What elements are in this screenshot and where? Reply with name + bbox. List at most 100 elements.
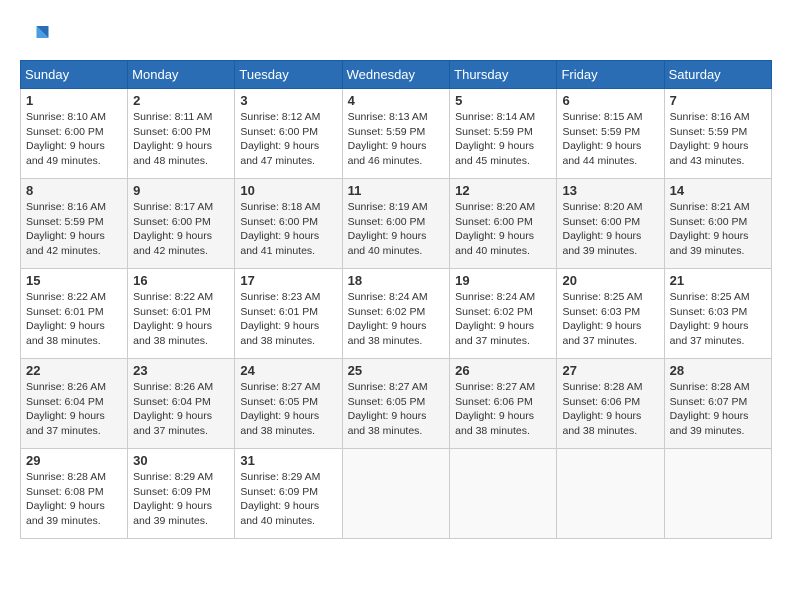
day-info: Sunrise: 8:26 AMSunset: 6:04 PMDaylight:… (26, 380, 122, 439)
day-info: Sunrise: 8:23 AMSunset: 6:01 PMDaylight:… (240, 290, 336, 349)
calendar-cell: 31Sunrise: 8:29 AMSunset: 6:09 PMDayligh… (235, 449, 342, 539)
weekday-header-saturday: Saturday (664, 61, 771, 89)
calendar-cell: 2 Sunrise: 8:11 AMSunset: 6:00 PMDaylight… (128, 89, 235, 179)
day-number: 15 (26, 273, 122, 288)
day-info: Sunrise: 8:24 AMSunset: 6:02 PMDaylight:… (348, 290, 445, 349)
day-number: 22 (26, 363, 122, 378)
calendar-cell: 17Sunrise: 8:23 AMSunset: 6:01 PMDayligh… (235, 269, 342, 359)
day-number: 26 (455, 363, 551, 378)
day-info: Sunrise: 8:16 AMSunset: 5:59 PMDaylight:… (26, 200, 122, 259)
day-info: Sunrise: 8:12 AMSunset: 6:00 PMDaylight:… (240, 110, 336, 169)
day-info: Sunrise: 8:28 AMSunset: 6:06 PMDaylight:… (562, 380, 658, 439)
day-info: Sunrise: 8:27 AMSunset: 6:05 PMDaylight:… (240, 380, 336, 439)
calendar-cell: 26 Sunrise: 8:27 AMSunset: 6:06 PMDayligh… (450, 359, 557, 449)
calendar-cell: 20Sunrise: 8:25 AMSunset: 6:03 PMDayligh… (557, 269, 664, 359)
day-info: Sunrise: 8:29 AMSunset: 6:09 PMDaylight:… (240, 470, 336, 529)
calendar-cell: 18 Sunrise: 8:24 AMSunset: 6:02 PMDayligh… (342, 269, 450, 359)
day-info: Sunrise: 8:16 AMSunset: 5:59 PMDaylight:… (670, 110, 766, 169)
calendar-cell: 21 Sunrise: 8:25 AMSunset: 6:03 PMDayligh… (664, 269, 771, 359)
day-info: Sunrise: 8:13 AMSunset: 5:59 PMDaylight:… (348, 110, 445, 169)
logo-icon (20, 20, 50, 50)
week-row-4: 22 Sunrise: 8:26 AMSunset: 6:04 PMDayligh… (21, 359, 772, 449)
day-number: 13 (562, 183, 658, 198)
week-row-5: 29 Sunrise: 8:28 AMSunset: 6:08 PMDayligh… (21, 449, 772, 539)
week-row-2: 8 Sunrise: 8:16 AMSunset: 5:59 PMDaylight… (21, 179, 772, 269)
day-number: 10 (240, 183, 336, 198)
day-number: 4 (348, 93, 445, 108)
calendar-cell: 4 Sunrise: 8:13 AMSunset: 5:59 PMDaylight… (342, 89, 450, 179)
calendar-cell: 27 Sunrise: 8:28 AMSunset: 6:06 PMDayligh… (557, 359, 664, 449)
day-number: 30 (133, 453, 229, 468)
day-number: 2 (133, 93, 229, 108)
calendar-cell: 23 Sunrise: 8:26 AMSunset: 6:04 PMDayligh… (128, 359, 235, 449)
calendar-header: SundayMondayTuesdayWednesdayThursdayFrid… (21, 61, 772, 89)
day-number: 29 (26, 453, 122, 468)
day-number: 27 (562, 363, 658, 378)
day-number: 21 (670, 273, 766, 288)
calendar-cell: 5 Sunrise: 8:14 AMSunset: 5:59 PMDaylight… (450, 89, 557, 179)
calendar-cell (450, 449, 557, 539)
calendar-cell: 8 Sunrise: 8:16 AMSunset: 5:59 PMDaylight… (21, 179, 128, 269)
day-info: Sunrise: 8:25 AMSunset: 6:03 PMDaylight:… (670, 290, 766, 349)
day-number: 19 (455, 273, 551, 288)
day-number: 7 (670, 93, 766, 108)
day-info: Sunrise: 8:27 AMSunset: 6:05 PMDaylight:… (348, 380, 445, 439)
calendar-cell: 28Sunrise: 8:28 AMSunset: 6:07 PMDayligh… (664, 359, 771, 449)
week-row-3: 15 Sunrise: 8:22 AMSunset: 6:01 PMDayligh… (21, 269, 772, 359)
day-number: 16 (133, 273, 229, 288)
day-number: 5 (455, 93, 551, 108)
day-number: 1 (26, 93, 122, 108)
weekday-header-wednesday: Wednesday (342, 61, 450, 89)
calendar-cell: 1 Sunrise: 8:10 AMSunset: 6:00 PMDaylight… (21, 89, 128, 179)
calendar-cell: 13 Sunrise: 8:20 AMSunset: 6:00 PMDayligh… (557, 179, 664, 269)
calendar-cell: 12Sunrise: 8:20 AMSunset: 6:00 PMDayligh… (450, 179, 557, 269)
day-info: Sunrise: 8:26 AMSunset: 6:04 PMDaylight:… (133, 380, 229, 439)
day-number: 11 (348, 183, 445, 198)
day-number: 24 (240, 363, 336, 378)
calendar-cell: 14Sunrise: 8:21 AMSunset: 6:00 PMDayligh… (664, 179, 771, 269)
day-info: Sunrise: 8:20 AMSunset: 6:00 PMDaylight:… (562, 200, 658, 259)
header (20, 20, 772, 50)
day-number: 25 (348, 363, 445, 378)
week-row-1: 1 Sunrise: 8:10 AMSunset: 6:00 PMDaylight… (21, 89, 772, 179)
calendar-cell: 15 Sunrise: 8:22 AMSunset: 6:01 PMDayligh… (21, 269, 128, 359)
weekday-row: SundayMondayTuesdayWednesdayThursdayFrid… (21, 61, 772, 89)
weekday-header-friday: Friday (557, 61, 664, 89)
day-info: Sunrise: 8:10 AMSunset: 6:00 PMDaylight:… (26, 110, 122, 169)
calendar-cell (342, 449, 450, 539)
calendar-cell: 24 Sunrise: 8:27 AMSunset: 6:05 PMDayligh… (235, 359, 342, 449)
day-info: Sunrise: 8:27 AMSunset: 6:06 PMDaylight:… (455, 380, 551, 439)
calendar-cell: 25 Sunrise: 8:27 AMSunset: 6:05 PMDayligh… (342, 359, 450, 449)
calendar-cell: 16 Sunrise: 8:22 AMSunset: 6:01 PMDayligh… (128, 269, 235, 359)
day-info: Sunrise: 8:22 AMSunset: 6:01 PMDaylight:… (133, 290, 229, 349)
day-number: 23 (133, 363, 229, 378)
calendar-cell: 19 Sunrise: 8:24 AMSunset: 6:02 PMDayligh… (450, 269, 557, 359)
day-number: 18 (348, 273, 445, 288)
calendar-cell: 29 Sunrise: 8:28 AMSunset: 6:08 PMDayligh… (21, 449, 128, 539)
day-info: Sunrise: 8:28 AMSunset: 6:07 PMDaylight:… (670, 380, 766, 439)
day-info: Sunrise: 8:22 AMSunset: 6:01 PMDaylight:… (26, 290, 122, 349)
day-info: Sunrise: 8:19 AMSunset: 6:00 PMDaylight:… (348, 200, 445, 259)
calendar-cell (557, 449, 664, 539)
day-info: Sunrise: 8:14 AMSunset: 5:59 PMDaylight:… (455, 110, 551, 169)
calendar-cell: 6Sunrise: 8:15 AMSunset: 5:59 PMDaylight… (557, 89, 664, 179)
day-info: Sunrise: 8:28 AMSunset: 6:08 PMDaylight:… (26, 470, 122, 529)
day-info: Sunrise: 8:24 AMSunset: 6:02 PMDaylight:… (455, 290, 551, 349)
calendar-table: SundayMondayTuesdayWednesdayThursdayFrid… (20, 60, 772, 539)
calendar-cell: 30 Sunrise: 8:29 AMSunset: 6:09 PMDayligh… (128, 449, 235, 539)
day-info: Sunrise: 8:20 AMSunset: 6:00 PMDaylight:… (455, 200, 551, 259)
day-info: Sunrise: 8:17 AMSunset: 6:00 PMDaylight:… (133, 200, 229, 259)
calendar-cell: 10 Sunrise: 8:18 AMSunset: 6:00 PMDayligh… (235, 179, 342, 269)
day-info: Sunrise: 8:11 AMSunset: 6:00 PMDaylight:… (133, 110, 229, 169)
calendar-cell: 11 Sunrise: 8:19 AMSunset: 6:00 PMDayligh… (342, 179, 450, 269)
weekday-header-thursday: Thursday (450, 61, 557, 89)
day-info: Sunrise: 8:18 AMSunset: 6:00 PMDaylight:… (240, 200, 336, 259)
day-info: Sunrise: 8:15 AMSunset: 5:59 PMDaylight:… (562, 110, 658, 169)
day-number: 3 (240, 93, 336, 108)
weekday-header-tuesday: Tuesday (235, 61, 342, 89)
day-number: 8 (26, 183, 122, 198)
day-info: Sunrise: 8:29 AMSunset: 6:09 PMDaylight:… (133, 470, 229, 529)
logo (20, 20, 54, 50)
day-number: 14 (670, 183, 766, 198)
calendar-cell: 22 Sunrise: 8:26 AMSunset: 6:04 PMDayligh… (21, 359, 128, 449)
